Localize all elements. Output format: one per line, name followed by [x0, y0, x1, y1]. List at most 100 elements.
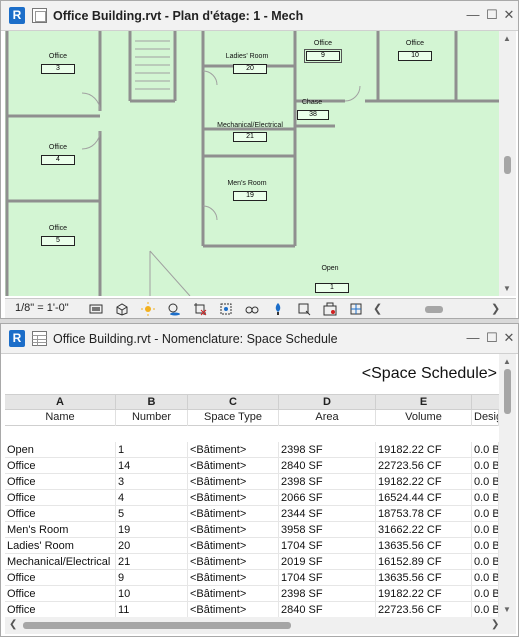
room-tag-number[interactable]: 20: [233, 64, 267, 74]
schedule-vertical-scrollbar[interactable]: ▲ ▼: [499, 354, 516, 617]
cell-volume[interactable]: 19182.22 CF: [376, 474, 472, 490]
cell-space-type[interactable]: <Bâtiment>: [188, 538, 279, 554]
cell-design[interactable]: 0.0 B: [472, 586, 499, 602]
cell-number[interactable]: 10: [116, 586, 188, 602]
cell-volume[interactable]: 19182.22 CF: [376, 586, 472, 602]
scroll-down-arrow-icon[interactable]: ▼: [503, 284, 511, 294]
scroll-left-arrow-icon[interactable]: ❮: [373, 302, 382, 315]
room-tag-number[interactable]: 9: [304, 49, 342, 63]
column-header-name[interactable]: Name: [5, 410, 116, 426]
cell-space-type[interactable]: <Bâtiment>: [188, 602, 279, 617]
room-tag-number[interactable]: 4: [41, 155, 75, 165]
cell-number[interactable]: 21: [116, 554, 188, 570]
cell-space-type[interactable]: <Bâtiment>: [188, 570, 279, 586]
column-letter[interactable]: D: [279, 395, 376, 411]
cell-design[interactable]: 0.0 B: [472, 506, 499, 522]
plan-hscroll-thumb[interactable]: [425, 306, 443, 313]
scroll-right-arrow-icon[interactable]: ❯: [491, 302, 500, 315]
column-letter[interactable]: C: [188, 395, 279, 411]
table-row[interactable]: Mechanical/Electrical 21 <Bâtiment> 2019 SF…: [5, 554, 499, 570]
cell-number[interactable]: 9: [116, 570, 188, 586]
table-row[interactable]: Open 1 <Bâtiment> 2398 SF 19182.22 CF 0.0 B: [5, 442, 499, 458]
cell-area[interactable]: 2344 SF: [279, 506, 376, 522]
plan-drawing-canvas[interactable]: Office 3 Office 4 Office 5 Ladies' Room …: [5, 31, 499, 296]
show-crop-region-icon[interactable]: [219, 302, 233, 316]
column-letter[interactable]: A: [5, 395, 116, 411]
schedule-vscroll-thumb[interactable]: [504, 369, 511, 414]
scroll-down-arrow-icon[interactable]: ▼: [503, 605, 511, 615]
view-scale[interactable]: 1/8" = 1'-0": [15, 302, 69, 314]
scroll-right-arrow-icon[interactable]: ❯: [491, 619, 499, 630]
worksharing-display-icon[interactable]: [323, 302, 337, 316]
sun-path-icon[interactable]: [141, 302, 155, 316]
cell-area[interactable]: 2066 SF: [279, 490, 376, 506]
column-letter[interactable]: [472, 395, 499, 411]
cell-name[interactable]: Office: [5, 570, 116, 586]
cell-name[interactable]: Office: [5, 586, 116, 602]
cell-name[interactable]: Ladies' Room: [5, 538, 116, 554]
plan-vscroll-thumb[interactable]: [504, 156, 511, 174]
table-row[interactable]: Office 3 <Bâtiment> 2398 SF 19182.22 CF 0.0 B: [5, 474, 499, 490]
cell-area[interactable]: 2398 SF: [279, 586, 376, 602]
cell-number[interactable]: 19: [116, 522, 188, 538]
cell-name[interactable]: Mechanical/Electrical: [5, 554, 116, 570]
room-tag-number[interactable]: 10: [398, 51, 432, 61]
cell-number[interactable]: 11: [116, 602, 188, 617]
plan-vertical-scrollbar[interactable]: ▲ ▼: [499, 31, 516, 296]
detail-level-icon[interactable]: [89, 302, 103, 316]
cell-area[interactable]: 2019 SF: [279, 554, 376, 570]
analysis-display-icon[interactable]: [349, 302, 363, 316]
table-row[interactable]: Office 11 <Bâtiment> 2840 SF 22723.56 CF 0.0 …: [5, 602, 499, 617]
scroll-up-arrow-icon[interactable]: ▲: [503, 357, 511, 367]
scroll-left-arrow-icon[interactable]: ❮: [9, 619, 17, 630]
cell-space-type[interactable]: <Bâtiment>: [188, 554, 279, 570]
cell-design[interactable]: 0.0 B: [472, 442, 499, 458]
unlocked-3d-view-icon[interactable]: [245, 302, 259, 316]
column-header-design[interactable]: Desig: [472, 410, 499, 426]
cell-area[interactable]: 2840 SF: [279, 602, 376, 617]
cell-space-type[interactable]: <Bâtiment>: [188, 586, 279, 602]
shadows-icon[interactable]: [167, 302, 181, 316]
cell-space-type[interactable]: <Bâtiment>: [188, 490, 279, 506]
cell-number[interactable]: 4: [116, 490, 188, 506]
cell-number[interactable]: 20: [116, 538, 188, 554]
visual-style-icon[interactable]: [115, 302, 129, 316]
temporary-hide-icon[interactable]: [271, 302, 285, 316]
table-row[interactable]: Office 5 <Bâtiment> 2344 SF 18753.78 CF 0.0 B: [5, 506, 499, 522]
cell-space-type[interactable]: <Bâtiment>: [188, 522, 279, 538]
cell-space-type[interactable]: <Bâtiment>: [188, 458, 279, 474]
cell-area[interactable]: 2840 SF: [279, 458, 376, 474]
cell-volume[interactable]: 13635.56 CF: [376, 570, 472, 586]
table-row[interactable]: Office 9 <Bâtiment> 1704 SF 13635.56 CF 0.0 B: [5, 570, 499, 586]
close-button[interactable]: ✕: [501, 330, 517, 346]
cell-space-type[interactable]: <Bâtiment>: [188, 474, 279, 490]
room-tag-number[interactable]: 1: [315, 283, 349, 293]
cell-volume[interactable]: 16152.89 CF: [376, 554, 472, 570]
table-row[interactable]: Office 10 <Bâtiment> 2398 SF 19182.22 CF 0.0 …: [5, 586, 499, 602]
cell-volume[interactable]: 18753.78 CF: [376, 506, 472, 522]
room-tag-number[interactable]: 19: [233, 191, 267, 201]
column-letter[interactable]: B: [116, 395, 188, 411]
minimize-button[interactable]: —: [465, 7, 481, 23]
scroll-up-arrow-icon[interactable]: ▲: [503, 34, 511, 44]
cell-volume[interactable]: 22723.56 CF: [376, 458, 472, 474]
cell-name[interactable]: Office: [5, 506, 116, 522]
cell-area[interactable]: 1704 SF: [279, 538, 376, 554]
cell-name[interactable]: Men's Room: [5, 522, 116, 538]
cell-volume[interactable]: 13635.56 CF: [376, 538, 472, 554]
cell-area[interactable]: 1704 SF: [279, 570, 376, 586]
cell-volume[interactable]: 19182.22 CF: [376, 442, 472, 458]
cell-design[interactable]: 0.0 B: [472, 490, 499, 506]
cell-area[interactable]: 3958 SF: [279, 522, 376, 538]
maximize-button[interactable]: ☐: [484, 7, 500, 23]
cell-area[interactable]: 2398 SF: [279, 442, 376, 458]
reveal-hidden-icon[interactable]: [297, 302, 311, 316]
cell-volume[interactable]: 31662.22 CF: [376, 522, 472, 538]
cell-design[interactable]: 0.0 B: [472, 554, 499, 570]
cell-design[interactable]: 0.0 B: [472, 538, 499, 554]
cell-name[interactable]: Office: [5, 490, 116, 506]
schedule-hscroll-thumb[interactable]: [23, 622, 291, 629]
plan-titlebar[interactable]: R Office Building.rvt - Plan d'étage: 1 …: [1, 1, 518, 31]
cell-volume[interactable]: 22723.56 CF: [376, 602, 472, 617]
cell-number[interactable]: 1: [116, 442, 188, 458]
